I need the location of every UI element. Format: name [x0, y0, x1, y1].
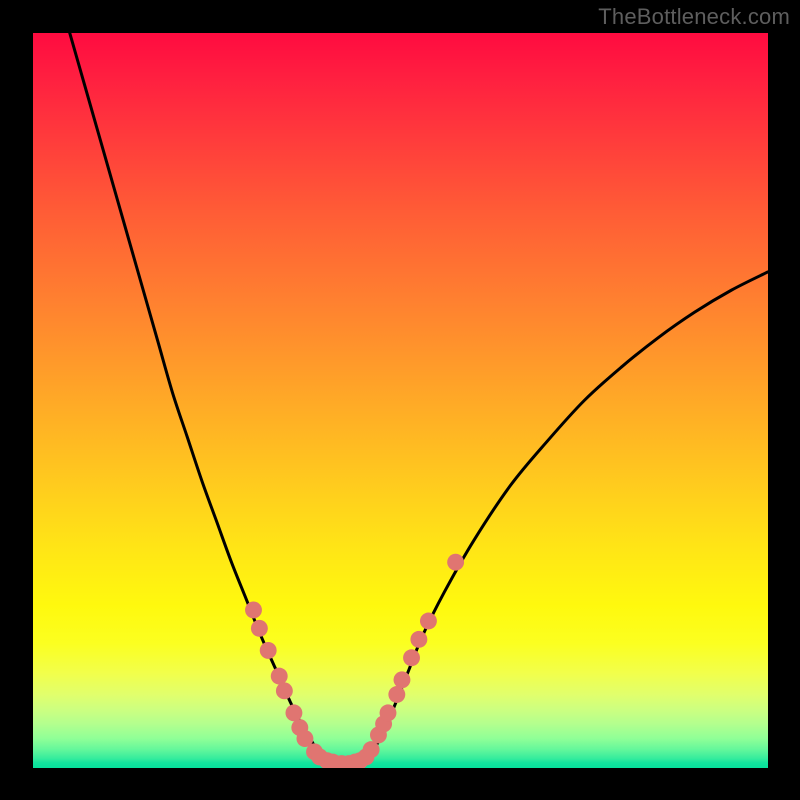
data-marker — [410, 631, 427, 648]
plot-area — [33, 33, 768, 768]
data-marker — [388, 686, 405, 703]
chart-svg — [33, 33, 768, 768]
data-marker — [394, 671, 411, 688]
data-marker — [245, 602, 262, 619]
data-marker — [271, 668, 288, 685]
data-marker — [251, 620, 268, 637]
data-marker — [380, 704, 397, 721]
data-marker — [260, 642, 277, 659]
data-marker — [363, 741, 380, 758]
data-marker — [447, 554, 464, 571]
watermark-text: TheBottleneck.com — [598, 4, 790, 30]
data-marker — [276, 682, 293, 699]
data-marker — [285, 704, 302, 721]
data-marker — [420, 613, 437, 630]
chart-frame: TheBottleneck.com — [0, 0, 800, 800]
data-marker — [403, 649, 420, 666]
